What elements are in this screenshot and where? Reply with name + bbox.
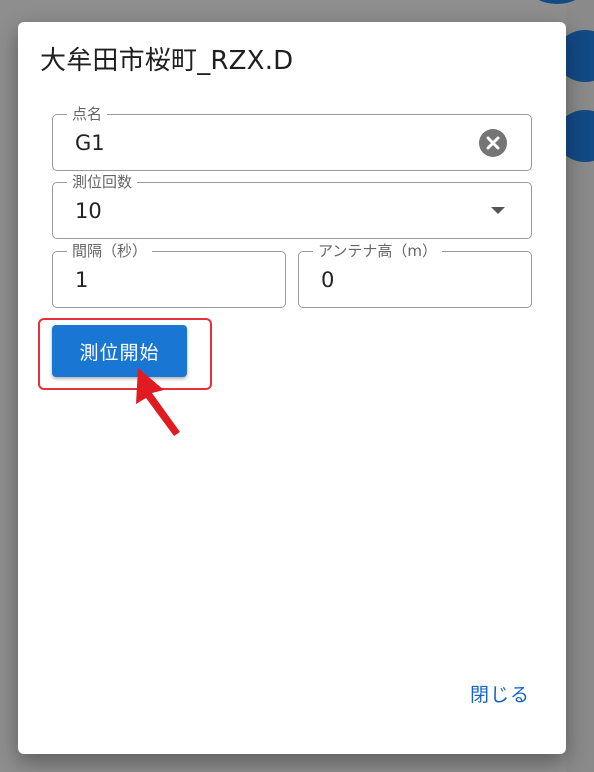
measurement-dialog: 大牟田市桜町_RZX.D 点名 G1 測位回数 10 間隔（秒） 1 アンテナ高… xyxy=(18,22,566,754)
red-arrow-icon xyxy=(136,368,180,436)
close-button[interactable]: 閉じる xyxy=(470,680,530,707)
